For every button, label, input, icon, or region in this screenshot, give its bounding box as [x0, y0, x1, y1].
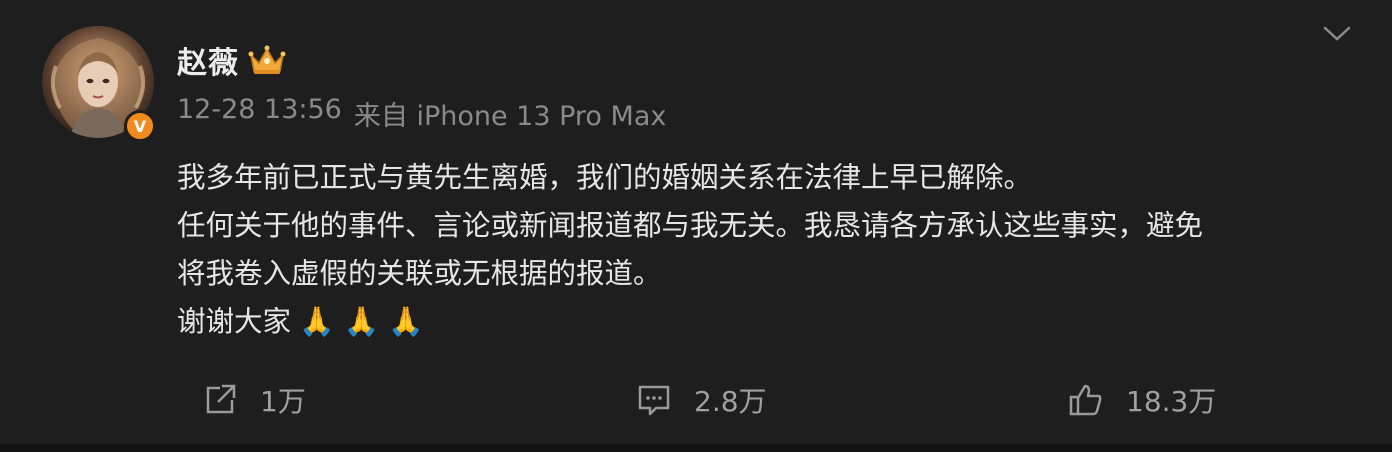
post-content: 我多年前已正式与黄先生离婚，我们的婚姻关系在法律上早已解除。 任何关于他的事件、… — [177, 154, 1377, 346]
repost-button[interactable]: 1万 — [202, 380, 306, 420]
crown-icon[interactable] — [247, 43, 287, 77]
author-row: 赵薇 — [177, 38, 287, 82]
comment-count: 2.8万 — [694, 385, 767, 418]
action-bar: 1万 2.8万 18.3万 — [0, 380, 1392, 424]
thumbs-up-icon — [1069, 384, 1102, 416]
like-count: 18.3万 — [1126, 385, 1217, 418]
praying-hands-icon: 🙏 🙏 🙏 — [299, 305, 424, 338]
comment-icon — [638, 385, 670, 416]
post-meta: 12-28 13:56 来自 iPhone 13 Pro Max — [177, 94, 666, 133]
verified-badge: V — [124, 110, 156, 142]
post-source: 来自 iPhone 13 Pro Max — [353, 101, 667, 132]
weibo-post-card: V 赵薇 12-28 13:56 来自 iPhone 13 Pro Max 我多… — [0, 0, 1392, 452]
content-line: 任何关于他的事件、言论或新闻报道都与我无关。我恳请各方承认这些事实，避免 — [177, 209, 1204, 242]
post-time[interactable]: 12-28 13:56 — [177, 94, 342, 133]
comment-button[interactable]: 2.8万 — [636, 380, 767, 420]
chevron-down-icon[interactable] — [1322, 22, 1352, 44]
content-line: 将我卷入虚假的关联或无根据的报道。 — [177, 257, 662, 290]
like-button[interactable]: 18.3万 — [1068, 380, 1216, 420]
content-line-thanks: 谢谢大家 🙏 🙏 🙏 — [177, 298, 1377, 346]
content-line: 我多年前已正式与黄先生离婚，我们的婚姻关系在法律上早已解除。 — [177, 161, 1033, 194]
repost-count: 1万 — [260, 385, 306, 418]
share-icon — [206, 384, 236, 414]
author-name[interactable]: 赵薇 — [177, 38, 239, 82]
content-line: 谢谢大家 — [177, 305, 292, 338]
